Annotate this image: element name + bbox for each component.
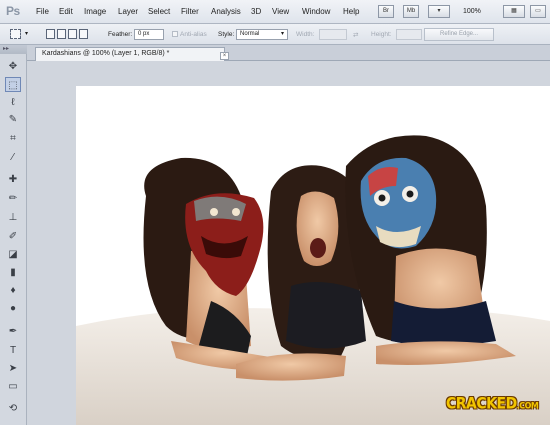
intersect-selection-icon[interactable] [79, 29, 88, 39]
path-selection-tool-icon[interactable]: ➤ [5, 361, 21, 376]
feather-input[interactable]: 0 px [134, 29, 164, 40]
menu-bar: Ps File Edit Image Layer Select Filter A… [0, 0, 550, 24]
crop-tool-icon[interactable]: ⌗ [5, 131, 21, 146]
swap-icon[interactable]: ⇄ [353, 31, 358, 39]
feather-label: Feather: [108, 31, 133, 38]
mini-bridge-button[interactable]: Mb [403, 5, 419, 18]
add-selection-icon[interactable] [57, 29, 66, 39]
pen-tool-icon[interactable]: ✒ [5, 324, 21, 339]
menu-analysis[interactable]: Analysis [211, 7, 241, 16]
style-label: Style: [218, 31, 235, 38]
arrange-documents-button[interactable]: ▦ [503, 5, 525, 18]
brush-tool-icon[interactable]: ✏ [5, 191, 21, 206]
menu-image[interactable]: Image [84, 7, 106, 16]
menu-help[interactable]: Help [343, 7, 359, 16]
gradient-tool-icon[interactable]: ▮ [5, 265, 21, 280]
menu-3d[interactable]: 3D [251, 7, 261, 16]
zoom-level[interactable]: 100% [463, 8, 481, 15]
marquee-preset-icon[interactable] [10, 29, 21, 39]
tools-panel: ▸▸ ✥ ⬚ ℓ ✎ ⌗ ⁄ ✚ ✏ ⊥ ✐ ◪ ▮ ♦ ● ✒ T ➤ ▭ ⟲ [0, 45, 27, 425]
height-label: Height: [371, 31, 392, 38]
type-tool-icon[interactable]: T [5, 343, 21, 358]
rectangular-marquee-tool-icon[interactable]: ⬚ [5, 77, 21, 92]
3d-rotate-tool-icon[interactable]: ⟲ [5, 401, 21, 416]
dodge-tool-icon[interactable]: ● [5, 301, 21, 316]
watermark-suffix: .COM [516, 400, 539, 411]
grid-icon: ▦ [511, 8, 517, 14]
width-label: Width: [296, 31, 315, 38]
history-brush-tool-icon[interactable]: ✐ [5, 229, 21, 244]
menu-edit[interactable]: Edit [59, 7, 73, 16]
subtract-selection-icon[interactable] [68, 29, 77, 39]
document-title: Kardashians @ 100% (Layer 1, RGB/8) * [42, 50, 170, 57]
menu-layer[interactable]: Layer [118, 7, 138, 16]
refine-edge-button[interactable]: Refine Edge... [424, 28, 494, 41]
ps-logo: Ps [6, 4, 20, 18]
antialias-label: Anti-alias [180, 31, 207, 38]
cracked-watermark: CRACKED.COM [446, 394, 539, 414]
photo-image [76, 135, 550, 425]
antialias-checkbox[interactable] [172, 31, 178, 37]
move-tool-icon[interactable]: ✥ [5, 59, 21, 74]
watermark-text: CRACKED [446, 394, 517, 414]
chevron-down-icon: ▾ [280, 31, 284, 37]
width-input[interactable] [319, 29, 347, 40]
blur-tool-icon[interactable]: ♦ [5, 283, 21, 298]
spot-healing-tool-icon[interactable]: ✚ [5, 172, 21, 187]
menu-window[interactable]: Window [302, 7, 330, 16]
style-value: Normal [240, 31, 260, 37]
panel-grip[interactable]: ▸▸ [0, 45, 27, 54]
chevron-down-icon[interactable]: ▾ [25, 30, 28, 37]
lasso-tool-icon[interactable]: ℓ [5, 95, 21, 110]
eraser-tool-icon[interactable]: ◪ [5, 247, 21, 262]
view-extras-button[interactable]: ▾ [428, 5, 450, 18]
canvas-area[interactable] [27, 61, 550, 425]
eyedropper-tool-icon[interactable]: ⁄ [5, 150, 21, 165]
new-selection-icon[interactable] [46, 29, 55, 39]
menu-select[interactable]: Select [148, 7, 170, 16]
height-input[interactable] [396, 29, 422, 40]
bridge-button[interactable]: Br [378, 5, 394, 18]
document-canvas[interactable] [76, 86, 550, 425]
close-icon[interactable]: × [220, 52, 229, 60]
quick-selection-tool-icon[interactable]: ✎ [5, 112, 21, 127]
style-select[interactable]: Normal ▾ [236, 29, 288, 40]
clone-stamp-tool-icon[interactable]: ⊥ [5, 210, 21, 225]
document-tab-strip: Kardashians @ 100% (Layer 1, RGB/8) * × [27, 45, 550, 61]
screen-mode-icon: ▭ [535, 8, 541, 14]
options-bar: ▾ Feather: 0 px Anti-alias Style: Normal… [0, 24, 550, 45]
chevron-down-icon: ▾ [437, 8, 441, 14]
document-tab[interactable]: Kardashians @ 100% (Layer 1, RGB/8) * × [35, 47, 229, 61]
screen-mode-button[interactable]: ▭ [530, 5, 546, 18]
menu-view[interactable]: View [272, 7, 289, 16]
rectangle-shape-tool-icon[interactable]: ▭ [5, 379, 21, 394]
menu-filter[interactable]: Filter [181, 7, 199, 16]
menu-file[interactable]: File [36, 7, 49, 16]
